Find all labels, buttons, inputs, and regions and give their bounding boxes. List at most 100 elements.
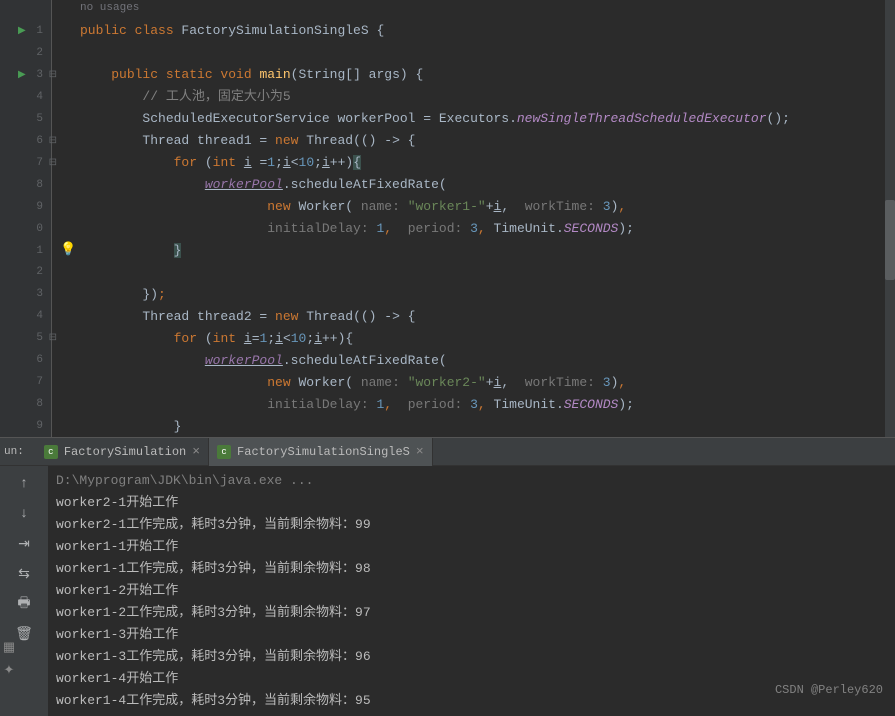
code-editor[interactable]: ▶12▶⊟345⊟6⊟78901234⊟56789 💡 no usages pu…: [0, 0, 895, 437]
fold-icon[interactable]: ⊟: [49, 135, 57, 147]
intention-bulb-icon[interactable]: 💡: [60, 242, 76, 257]
gutter-row[interactable]: ⊟5: [0, 327, 51, 349]
console-line: worker1-1工作完成，耗时3分钟，当前剩余物料：98: [56, 558, 887, 580]
line-number: 4: [36, 91, 43, 103]
console-line: worker1-2开始工作: [56, 580, 887, 602]
line-number: 9: [36, 201, 43, 213]
toolbar-button[interactable]: ⇥: [14, 534, 34, 554]
code-line[interactable]: ScheduledExecutorService workerPool = Ex…: [80, 108, 895, 130]
tab-label: FactorySimulation: [64, 445, 186, 459]
gutter-row[interactable]: 4: [0, 86, 51, 108]
line-number: 7: [36, 157, 43, 169]
run-tab[interactable]: c FactorySimulationSingleS ×: [209, 438, 433, 466]
gutter-row[interactable]: 0: [0, 218, 51, 240]
console-line: D:\Myprogram\JDK\bin\java.exe ...: [56, 470, 887, 492]
fold-icon[interactable]: ⊟: [49, 69, 57, 81]
code-line[interactable]: });: [80, 284, 895, 306]
console-line: worker1-3开始工作: [56, 624, 887, 646]
line-number: 1: [36, 25, 43, 37]
console-line: worker1-3工作完成，耗时3分钟，当前剩余物料：96: [56, 646, 887, 668]
tab-label: FactorySimulationSingleS: [237, 445, 410, 459]
line-number: 4: [36, 310, 43, 322]
gutter-row[interactable]: 6: [0, 349, 51, 371]
toolbar-button[interactable]: ↑: [14, 474, 34, 494]
console-line: worker1-2工作完成，耗时3分钟，当前剩余物料：97: [56, 602, 887, 624]
code-line[interactable]: public static void main(String[] args) {: [80, 64, 895, 86]
code-line[interactable]: new Worker( name: "worker2-"+i, workTime…: [80, 372, 895, 394]
line-number: 8: [36, 179, 43, 191]
run-label: un:: [0, 446, 36, 458]
console-line: worker1-1开始工作: [56, 536, 887, 558]
gutter-row[interactable]: 9: [0, 196, 51, 218]
console-output[interactable]: D:\Myprogram\JDK\bin\java.exe ... worker2…: [48, 466, 895, 716]
gutter-row[interactable]: ▶1: [0, 20, 51, 42]
java-class-icon: c: [44, 445, 58, 459]
gutter-row[interactable]: 2: [0, 261, 51, 283]
gutter: ▶12▶⊟345⊟6⊟78901234⊟56789: [0, 0, 52, 437]
code-line[interactable]: Thread thread2 = new Thread(() -> {: [80, 306, 895, 328]
code-line[interactable]: [80, 42, 895, 64]
toolbar-button[interactable]: 🖶: [14, 594, 34, 614]
code-line[interactable]: initialDelay: 1, period: 3, TimeUnit.SEC…: [80, 218, 895, 240]
left-tool-strip: ▦ ✦: [0, 640, 18, 678]
code-line[interactable]: new Worker( name: "worker1-"+i, workTime…: [80, 196, 895, 218]
line-number: 6: [36, 354, 43, 366]
line-number: 6: [36, 135, 43, 147]
code-line[interactable]: Thread thread1 = new Thread(() -> {: [80, 130, 895, 152]
code-line[interactable]: workerPool.scheduleAtFixedRate(: [80, 350, 895, 372]
run-toolbar: ↑↓⇥⇆🖶🗑: [0, 466, 48, 716]
run-tabs-bar: un: c FactorySimulation × c FactorySimulatio…: [0, 438, 895, 466]
structure-icon[interactable]: ▦: [3, 640, 15, 655]
code-line[interactable]: }: [80, 416, 895, 437]
gutter-row[interactable]: 3: [0, 283, 51, 305]
code-line[interactable]: }: [80, 240, 895, 262]
code-line[interactable]: for (int i =1;i<10;i++){: [80, 152, 895, 174]
line-number: 7: [36, 376, 43, 388]
line-number: 5: [36, 113, 43, 125]
code-line[interactable]: for (int i=1;i<10;i++){: [80, 328, 895, 350]
line-number: 3: [36, 69, 43, 81]
code-line[interactable]: initialDelay: 1, period: 3, TimeUnit.SEC…: [80, 394, 895, 416]
line-number: 8: [36, 398, 43, 410]
close-icon[interactable]: ×: [416, 444, 424, 459]
fold-icon[interactable]: ⊟: [49, 332, 57, 344]
gutter-row[interactable]: ⊟7: [0, 152, 51, 174]
line-number: 1: [36, 245, 43, 257]
run-tab[interactable]: c FactorySimulation ×: [36, 438, 209, 466]
line-number: 0: [36, 223, 43, 235]
gutter-row[interactable]: ⊟6: [0, 130, 51, 152]
toolbar-button[interactable]: ⇆: [14, 564, 34, 584]
close-icon[interactable]: ×: [192, 444, 200, 459]
scroll-thumb[interactable]: [885, 200, 895, 280]
line-number: 3: [36, 288, 43, 300]
favorites-icon[interactable]: ✦: [4, 663, 15, 678]
gutter-row[interactable]: 4: [0, 305, 51, 327]
toolbar-button[interactable]: ↓: [14, 504, 34, 524]
run-line-icon[interactable]: ▶: [18, 25, 26, 37]
usages-hint: no usages: [80, 2, 139, 14]
line-number: 5: [36, 332, 43, 344]
fold-icon[interactable]: ⊟: [49, 157, 57, 169]
gutter-row[interactable]: ▶⊟3: [0, 64, 51, 86]
gutter-row[interactable]: 9: [0, 415, 51, 437]
watermark-text: CSDN @Perley620: [775, 683, 883, 697]
gutter-row[interactable]: 7: [0, 371, 51, 393]
editor-scrollbar[interactable]: [885, 0, 895, 437]
gutter-row[interactable]: 8: [0, 174, 51, 196]
java-class-icon: c: [217, 445, 231, 459]
console-line: worker1-4开始工作: [56, 668, 887, 690]
gutter-row[interactable]: 5: [0, 108, 51, 130]
code-line[interactable]: public class FactorySimulationSingleS {: [80, 20, 895, 42]
code-line[interactable]: [80, 262, 895, 284]
console-line: worker2-1工作完成，耗时3分钟，当前剩余物料：99: [56, 514, 887, 536]
line-number: 2: [36, 47, 43, 59]
code-line[interactable]: // 工人池，固定大小为5: [80, 86, 895, 108]
run-line-icon[interactable]: ▶: [18, 69, 26, 81]
gutter-row[interactable]: 1: [0, 240, 51, 262]
gutter-row[interactable]: 8: [0, 393, 51, 415]
line-number: 2: [36, 266, 43, 278]
code-area[interactable]: no usages public class FactorySimulation…: [52, 0, 895, 437]
code-line[interactable]: workerPool.scheduleAtFixedRate(: [80, 174, 895, 196]
gutter-row[interactable]: 2: [0, 42, 51, 64]
line-number: 9: [36, 420, 43, 432]
